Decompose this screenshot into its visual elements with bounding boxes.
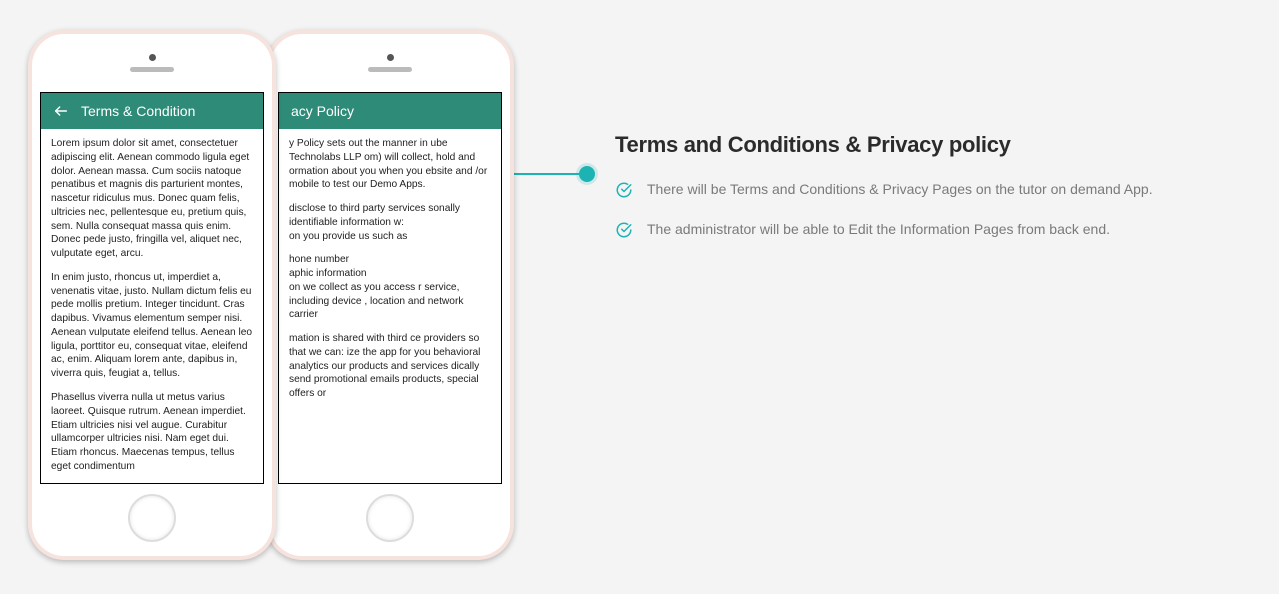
phone-right-screen: acy Policy y Policy sets out the manner … [278, 92, 502, 484]
back-arrow-icon[interactable] [53, 103, 69, 119]
camera-icon [149, 54, 156, 61]
phone-left-frame: Terms & Condition Lorem ipsum dolor sit … [28, 30, 276, 560]
phone-right-body: y Policy sets out the manner in ube Tech… [279, 129, 501, 483]
phone2-para3: hone number aphic information on we coll… [289, 253, 491, 322]
speaker-icon [368, 67, 412, 72]
feature-item: The administrator will be able to Edit t… [615, 220, 1235, 240]
phone-left-title: Terms & Condition [81, 103, 195, 119]
content-panel: Terms and Conditions & Privacy policy Th… [615, 132, 1235, 259]
phone2-para1: y Policy sets out the manner in ube Tech… [289, 137, 491, 192]
home-button-icon [366, 494, 414, 542]
phone2-para2: disclose to third party services sonally… [289, 202, 491, 243]
phone-right-title: acy Policy [291, 103, 354, 119]
phone1-para2: In enim justo, rhoncus ut, imperdiet a, … [51, 271, 253, 381]
phone-sensors [270, 34, 510, 92]
feature-item: There will be Terms and Conditions & Pri… [615, 180, 1235, 200]
phones-mockup: acy Policy y Policy sets out the manner … [28, 30, 468, 570]
phone-left-screen: Terms & Condition Lorem ipsum dolor sit … [40, 92, 264, 484]
phone-left-body: Lorem ipsum dolor sit amet, consectetuer… [41, 129, 263, 483]
camera-icon [387, 54, 394, 61]
feature-text: There will be Terms and Conditions & Pri… [647, 180, 1153, 200]
phone-sensors [32, 34, 272, 92]
phone-left-header: Terms & Condition [41, 93, 263, 129]
connector-dot-icon [579, 166, 595, 182]
phone1-para1: Lorem ipsum dolor sit amet, consectetuer… [51, 137, 253, 261]
phone-right-frame: acy Policy y Policy sets out the manner … [266, 30, 514, 560]
phone-left-inner: Terms & Condition Lorem ipsum dolor sit … [32, 34, 272, 556]
feature-text: The administrator will be able to Edit t… [647, 220, 1110, 240]
phone2-para4: mation is shared with third ce providers… [289, 332, 491, 401]
home-button-icon [128, 494, 176, 542]
speaker-icon [130, 67, 174, 72]
check-icon [615, 221, 633, 239]
check-icon [615, 181, 633, 199]
phone1-para3: Phasellus viverra nulla ut metus varius … [51, 391, 253, 474]
phone-right-header: acy Policy [279, 93, 501, 129]
phone-right-inner: acy Policy y Policy sets out the manner … [270, 34, 510, 556]
section-heading: Terms and Conditions & Privacy policy [615, 132, 1235, 158]
